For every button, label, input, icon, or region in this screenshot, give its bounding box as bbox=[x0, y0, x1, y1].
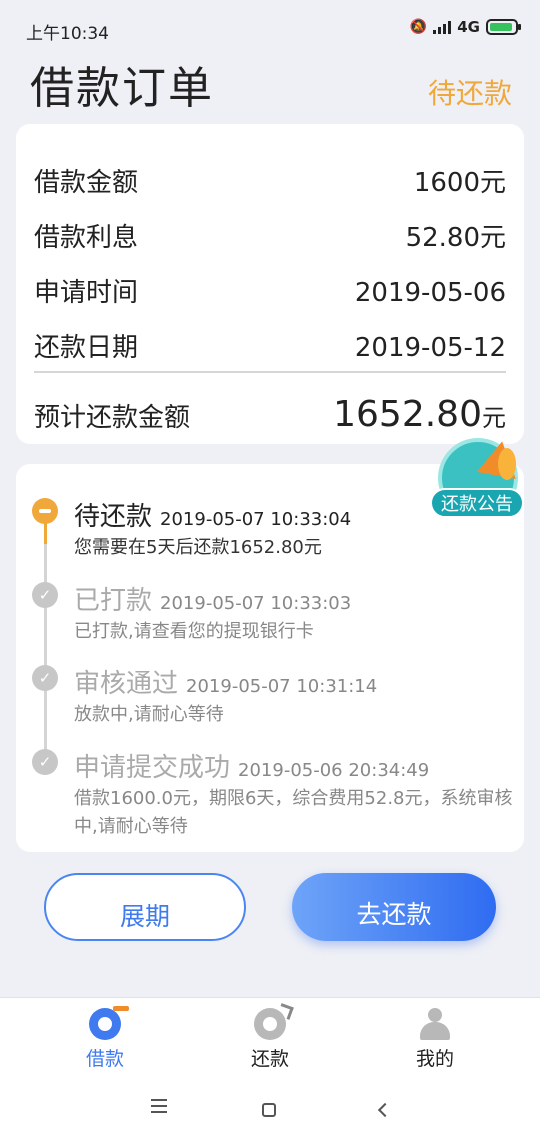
summary-value: 2019-05-12 bbox=[354, 333, 506, 363]
total-value: 1652.80 bbox=[333, 394, 482, 435]
nav-label: 还款 bbox=[250, 1048, 289, 1070]
summary-label: 借款利息 bbox=[34, 223, 139, 253]
summary-value: 1600元 bbox=[413, 168, 506, 198]
timeline-title: 已打款 bbox=[74, 586, 153, 616]
summary-card: 借款金额 1600元 借款利息 52.80元 申请时间 2019-05-06 还… bbox=[16, 124, 524, 444]
summary-label: 还款日期 bbox=[34, 333, 139, 363]
battery-icon bbox=[486, 19, 521, 35]
divider bbox=[34, 371, 506, 373]
timeline-desc: 已打款,请查看您的提现银行卡 bbox=[74, 621, 314, 642]
timeline-title: 待还款 bbox=[74, 502, 153, 532]
timeline-time: 2019-05-07 10:33:03 bbox=[160, 593, 352, 614]
summary-label: 借款金额 bbox=[34, 168, 139, 198]
summary-value: 2019-05-06 bbox=[354, 278, 506, 308]
back-icon[interactable] bbox=[370, 1095, 400, 1125]
profile-icon bbox=[419, 1008, 451, 1040]
summary-row: 借款利息 52.80元 bbox=[34, 217, 506, 254]
summary-row: 借款金额 1600元 bbox=[34, 162, 506, 199]
repay-icon bbox=[254, 1008, 286, 1040]
network-label: 4G bbox=[457, 18, 480, 36]
pending-dot-icon bbox=[32, 498, 58, 524]
timeline-time: 2019-05-06 20:34:49 bbox=[238, 760, 430, 781]
signal-icon bbox=[433, 20, 452, 34]
timeline-card: 待还款 2019-05-07 10:33:04 您需要在5天后还款1652.80元… bbox=[16, 464, 524, 852]
announcement-label: 还款公告 bbox=[430, 488, 524, 518]
check-icon: ✓ bbox=[32, 582, 58, 608]
loan-icon bbox=[89, 1006, 129, 1040]
extend-button[interactable]: 展期 bbox=[44, 873, 246, 941]
summary-row: 还款日期 2019-05-12 bbox=[34, 327, 506, 364]
total-unit: 元 bbox=[482, 404, 506, 432]
total-label: 预计还款金额 bbox=[34, 403, 191, 433]
status-icons: 🔕 4G bbox=[409, 18, 521, 36]
timeline-time: 2019-05-07 10:31:14 bbox=[186, 676, 378, 697]
page-title: 借款订单 bbox=[30, 63, 214, 114]
timeline-time: 2019-05-07 10:33:04 bbox=[160, 509, 352, 530]
status-bar: 上午10:34 🔕 4G bbox=[0, 0, 540, 56]
check-icon: ✓ bbox=[32, 665, 58, 691]
summary-row: 申请时间 2019-05-06 bbox=[34, 272, 506, 309]
summary-value: 52.80元 bbox=[405, 223, 506, 253]
repay-button[interactable]: 去还款 bbox=[292, 873, 496, 941]
timeline-title: 申请提交成功 bbox=[74, 753, 231, 783]
order-status: 待还款 bbox=[427, 77, 512, 110]
nav-label: 我的 bbox=[415, 1048, 454, 1070]
announcement-badge[interactable]: 还款公告 bbox=[430, 438, 524, 522]
timeline-line bbox=[44, 524, 47, 764]
nav-label: 借款 bbox=[85, 1048, 124, 1070]
megaphone-mouth bbox=[498, 448, 516, 480]
timeline-desc: 放款中,请耐心等待 bbox=[74, 704, 224, 725]
bottom-nav: 借款 还款 我的 bbox=[0, 997, 540, 1077]
home-icon[interactable] bbox=[254, 1095, 284, 1125]
total-row: 预计还款金额 1652.80元 bbox=[34, 394, 506, 435]
nav-item-profile[interactable]: 我的 bbox=[385, 1008, 485, 1071]
total-amount: 1652.80元 bbox=[333, 394, 506, 435]
timeline-title: 审核通过 bbox=[74, 669, 179, 699]
system-nav-bar bbox=[0, 1077, 540, 1140]
timeline-desc: 借款1600.0元，期限6天，综合费用52.8元，系统审核中,请耐心等待 bbox=[74, 788, 513, 837]
nav-item-loan[interactable]: 借款 bbox=[55, 1006, 155, 1071]
mute-icon: 🔕 bbox=[409, 19, 428, 35]
check-icon: ✓ bbox=[32, 749, 58, 775]
menu-icon[interactable] bbox=[144, 1095, 174, 1125]
timeline-desc: 您需要在5天后还款1652.80元 bbox=[74, 537, 322, 558]
summary-label: 申请时间 bbox=[34, 278, 139, 308]
nav-item-repay[interactable]: 还款 bbox=[220, 1008, 320, 1071]
status-time: 上午10:34 bbox=[26, 24, 109, 44]
